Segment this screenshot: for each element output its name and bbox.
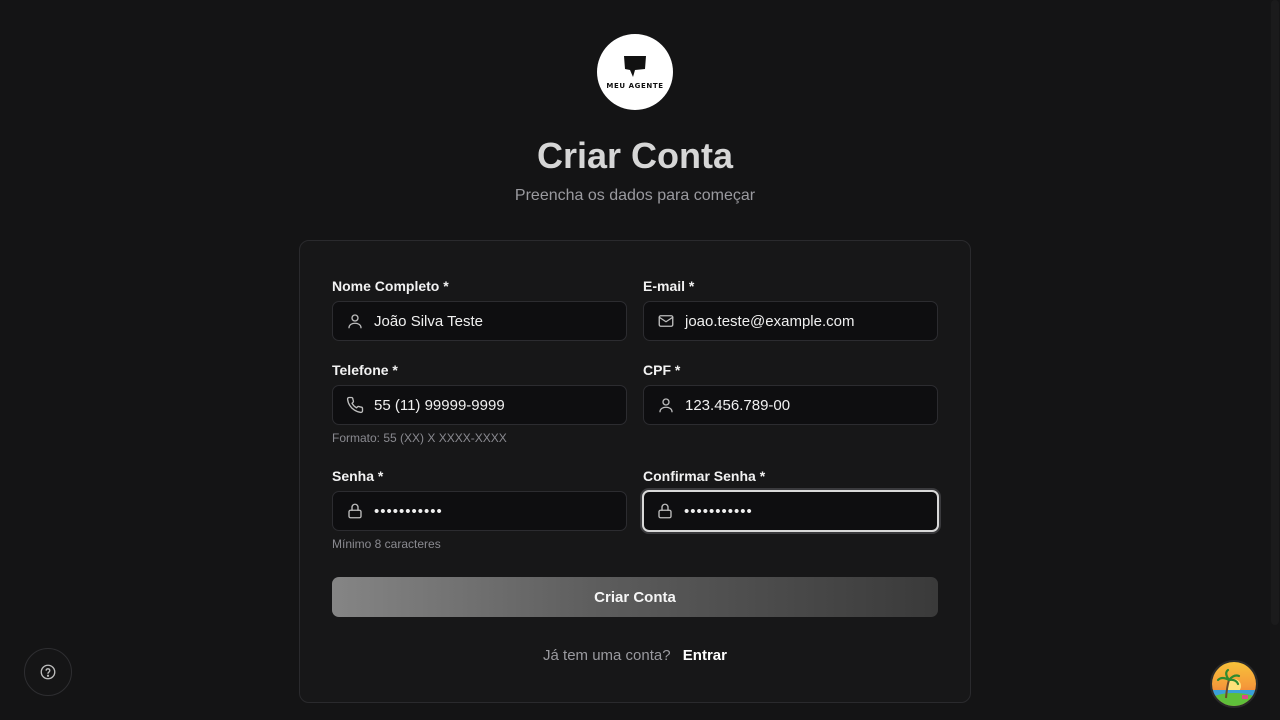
phone-field[interactable]: 55 (11) 99999-9999 [332, 385, 627, 425]
mail-icon [656, 311, 676, 331]
cpf-label: CPF * [643, 362, 681, 378]
page-title: Criar Conta [536, 135, 734, 176]
chat-bubble-icon [624, 56, 646, 77]
confirm-password-label: Confirmar Senha * [643, 468, 766, 484]
user-icon [345, 311, 365, 331]
name-label: Nome Completo * [332, 278, 449, 294]
page-subtitle: Preencha os dados para começar [514, 187, 756, 204]
name-value: João Silva Teste [374, 312, 483, 330]
help-circle-icon [40, 664, 56, 680]
login-prompt-text: Já tem uma conta? [543, 647, 671, 664]
beach-avatar-icon [1212, 662, 1256, 706]
login-prompt-row: Já tem uma conta? Entrar [0, 646, 1270, 666]
confirm-password-value: ••••••••••• [684, 502, 753, 520]
cpf-field[interactable]: 123.456.789-00 [643, 385, 938, 425]
lock-icon [345, 501, 365, 521]
brand-logo: MEU AGENTE [597, 34, 673, 110]
email-value: joao.teste@example.com [685, 312, 855, 330]
name-field[interactable]: João Silva Teste [332, 301, 627, 341]
logo-text: MEU AGENTE [606, 82, 664, 90]
user-icon [656, 395, 676, 415]
login-link[interactable]: Entrar [683, 647, 727, 664]
confirm-password-field[interactable]: ••••••••••• [642, 490, 939, 532]
password-field[interactable]: ••••••••••• [332, 491, 627, 531]
phone-hint: Formato: 55 (XX) X XXXX-XXXX [332, 431, 507, 445]
cpf-value: 123.456.789-00 [685, 396, 791, 414]
password-value: ••••••••••• [374, 502, 443, 520]
email-field[interactable]: joao.teste@example.com [643, 301, 938, 341]
create-account-button[interactable]: Criar Conta [332, 577, 938, 617]
password-label: Senha * [332, 468, 384, 484]
password-hint: Mínimo 8 caracteres [332, 537, 441, 551]
phone-value: 55 (11) 99999-9999 [374, 396, 505, 414]
scrollbar-thumb[interactable] [1271, 0, 1279, 625]
phone-icon [345, 395, 365, 415]
help-button[interactable] [24, 648, 72, 696]
signup-page: MEU AGENTE Criar Conta Preencha os dados… [0, 0, 1280, 720]
email-label: E-mail * [643, 278, 695, 294]
user-avatar[interactable] [1210, 660, 1258, 708]
phone-label: Telefone * [332, 362, 398, 378]
lock-icon [655, 501, 675, 521]
scrollbar-track[interactable] [1270, 0, 1280, 720]
